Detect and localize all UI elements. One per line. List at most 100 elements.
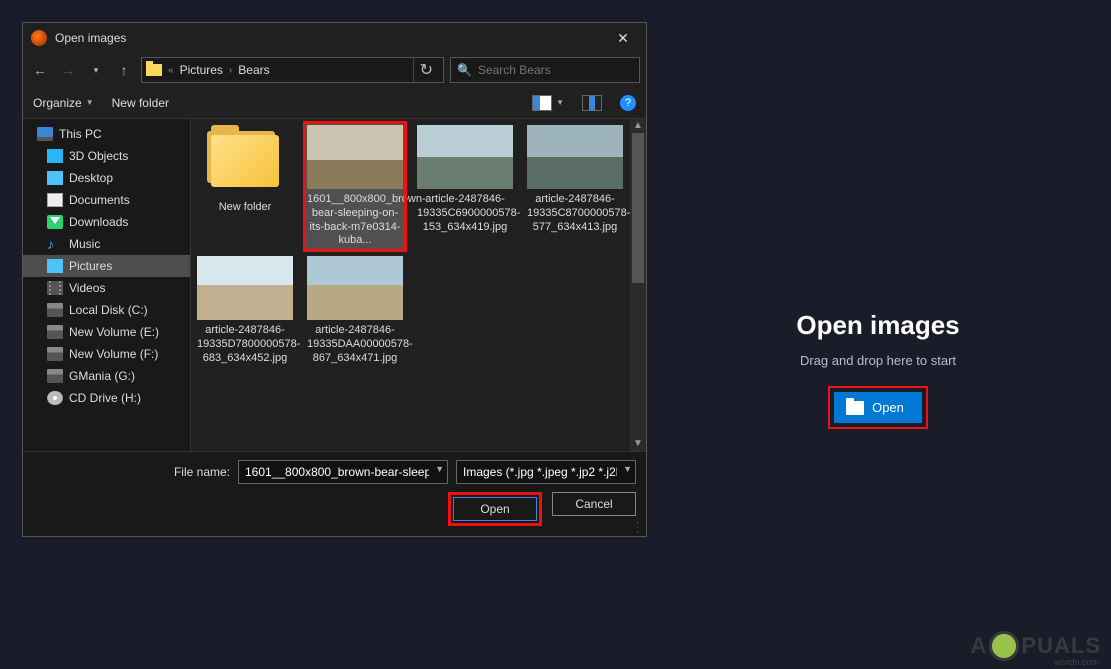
dialog-footer: File name: ▼ ▼ Open Cancel ⋰: [23, 451, 646, 536]
folder-icon: [197, 125, 293, 197]
view-mode-button[interactable]: ▼: [532, 95, 564, 111]
tree-label: Local Disk (C:): [69, 303, 148, 317]
drop-subtitle: Drag and drop here to start: [800, 353, 956, 368]
breadcrumb-pictures[interactable]: Pictures: [180, 63, 223, 77]
new-folder-button[interactable]: New folder: [112, 96, 169, 110]
tree-label: Desktop: [69, 171, 113, 185]
cube-icon: [47, 149, 63, 163]
dialog-title: Open images: [55, 31, 608, 45]
tree-label: This PC: [59, 127, 102, 141]
highlight-box: Open: [828, 386, 928, 429]
breadcrumb-bears[interactable]: Bears: [238, 63, 269, 77]
scroll-up-icon[interactable]: ▲: [630, 119, 646, 133]
pc-icon: [37, 127, 53, 141]
tree-label: Documents: [69, 193, 130, 207]
pictures-icon: [47, 259, 63, 273]
search-icon: 🔍: [457, 63, 472, 77]
music-icon: ♪: [47, 237, 63, 251]
tree-label: 3D Objects: [69, 149, 128, 163]
folder-tree[interactable]: This PC 3D Objects Desktop Documents Dow…: [23, 119, 191, 451]
filetype-select[interactable]: [456, 460, 636, 484]
tree-cd-drive-h[interactable]: CD Drive (H:): [23, 387, 190, 409]
tree-this-pc[interactable]: This PC: [23, 123, 190, 145]
app-icon: [31, 30, 47, 46]
tree-downloads[interactable]: Downloads: [23, 211, 190, 233]
image-thumbnail: [527, 125, 623, 189]
close-icon[interactable]: ✕: [608, 30, 638, 47]
chevron-left-icon[interactable]: «: [168, 65, 174, 76]
download-icon: [47, 215, 63, 229]
file-item-selected[interactable]: 1601__800x800_brown-bear-sleeping-on-its…: [305, 123, 405, 250]
view-icon: [532, 95, 552, 111]
tree-label: GMania (G:): [69, 369, 135, 383]
file-label: article-2487846-19335C8700000578-577_634…: [527, 193, 630, 233]
image-thumbnail: [417, 125, 513, 189]
tree-label: Pictures: [69, 259, 112, 273]
back-icon[interactable]: ←: [29, 59, 51, 81]
open-file-dialog: Open images ✕ ← → ▾ ↑ « Pictures › Bears…: [22, 22, 647, 537]
desktop-icon: [47, 171, 63, 185]
tree-videos[interactable]: Videos: [23, 277, 190, 299]
drop-title: Open images: [796, 310, 959, 341]
filename-input[interactable]: [238, 460, 448, 484]
open-button[interactable]: Open: [834, 392, 922, 423]
scroll-down-icon[interactable]: ▼: [630, 437, 646, 451]
tree-desktop[interactable]: Desktop: [23, 167, 190, 189]
up-icon[interactable]: ↑: [113, 59, 135, 81]
tree-gmania-g[interactable]: GMania (G:): [23, 365, 190, 387]
address-bar[interactable]: « Pictures › Bears ↻: [141, 57, 444, 83]
chevron-down-icon: ▼: [556, 98, 564, 107]
watermark-url: wsxdn.com: [1054, 657, 1099, 667]
forward-icon: →: [57, 59, 79, 81]
preview-pane-icon[interactable]: [582, 95, 602, 111]
organize-menu[interactable]: Organize ▼: [33, 96, 94, 110]
file-label: New folder: [219, 201, 272, 213]
refresh-icon[interactable]: ↻: [413, 58, 439, 82]
search-input[interactable]: [478, 63, 633, 77]
chevron-right-icon: ›: [229, 65, 232, 76]
tree-local-disk-c[interactable]: Local Disk (C:): [23, 299, 190, 321]
highlight-box: Open: [448, 492, 542, 526]
folder-icon: [146, 64, 162, 76]
disk-icon: [47, 347, 63, 361]
search-box[interactable]: 🔍: [450, 57, 640, 83]
tree-label: Music: [69, 237, 100, 251]
cd-icon: [47, 391, 63, 405]
organize-label: Organize: [33, 96, 82, 110]
tree-3d-objects[interactable]: 3D Objects: [23, 145, 190, 167]
scrollbar[interactable]: ▲ ▼: [630, 119, 646, 451]
folder-icon: [846, 401, 864, 415]
document-icon: [47, 193, 63, 207]
chevron-down-icon: ▼: [86, 98, 94, 107]
open-button[interactable]: Open: [453, 497, 537, 521]
disk-icon: [47, 369, 63, 383]
file-list[interactable]: New folder 1601__800x800_brown-bear-slee…: [191, 119, 646, 451]
file-item[interactable]: article-2487846-19335DAA00000578-867_634…: [305, 254, 405, 367]
tree-new-volume-e[interactable]: New Volume (E:): [23, 321, 190, 343]
disk-icon: [47, 303, 63, 317]
tree-label: New Volume (F:): [69, 347, 158, 361]
tree-new-volume-f[interactable]: New Volume (F:): [23, 343, 190, 365]
cancel-button[interactable]: Cancel: [552, 492, 636, 516]
file-item[interactable]: article-2487846-19335C6900000578-153_634…: [415, 123, 515, 250]
scroll-thumb[interactable]: [632, 133, 644, 283]
tree-label: Downloads: [69, 215, 128, 229]
image-thumbnail: [307, 256, 403, 320]
tree-pictures[interactable]: Pictures: [23, 255, 190, 277]
tree-label: Videos: [69, 281, 105, 295]
tree-documents[interactable]: Documents: [23, 189, 190, 211]
recent-dropdown-icon[interactable]: ▾: [85, 59, 107, 81]
file-label: article-2487846-19335C6900000578-153_634…: [417, 193, 520, 233]
file-item[interactable]: article-2487846-19335C8700000578-577_634…: [525, 123, 625, 250]
app-drop-area[interactable]: Open images Drag and drop here to start …: [645, 0, 1111, 669]
file-item-folder[interactable]: New folder: [195, 123, 295, 250]
help-icon[interactable]: ?: [620, 95, 636, 111]
titlebar[interactable]: Open images ✕: [23, 23, 646, 53]
tree-label: New Volume (E:): [69, 325, 159, 339]
filename-label: File name:: [174, 465, 230, 479]
tree-music[interactable]: ♪ Music: [23, 233, 190, 255]
file-item[interactable]: article-2487846-19335D7800000578-683_634…: [195, 254, 295, 367]
image-thumbnail: [307, 125, 403, 189]
open-button-label: Open: [872, 400, 904, 415]
toolbar: Organize ▼ New folder ▼ ?: [23, 87, 646, 119]
